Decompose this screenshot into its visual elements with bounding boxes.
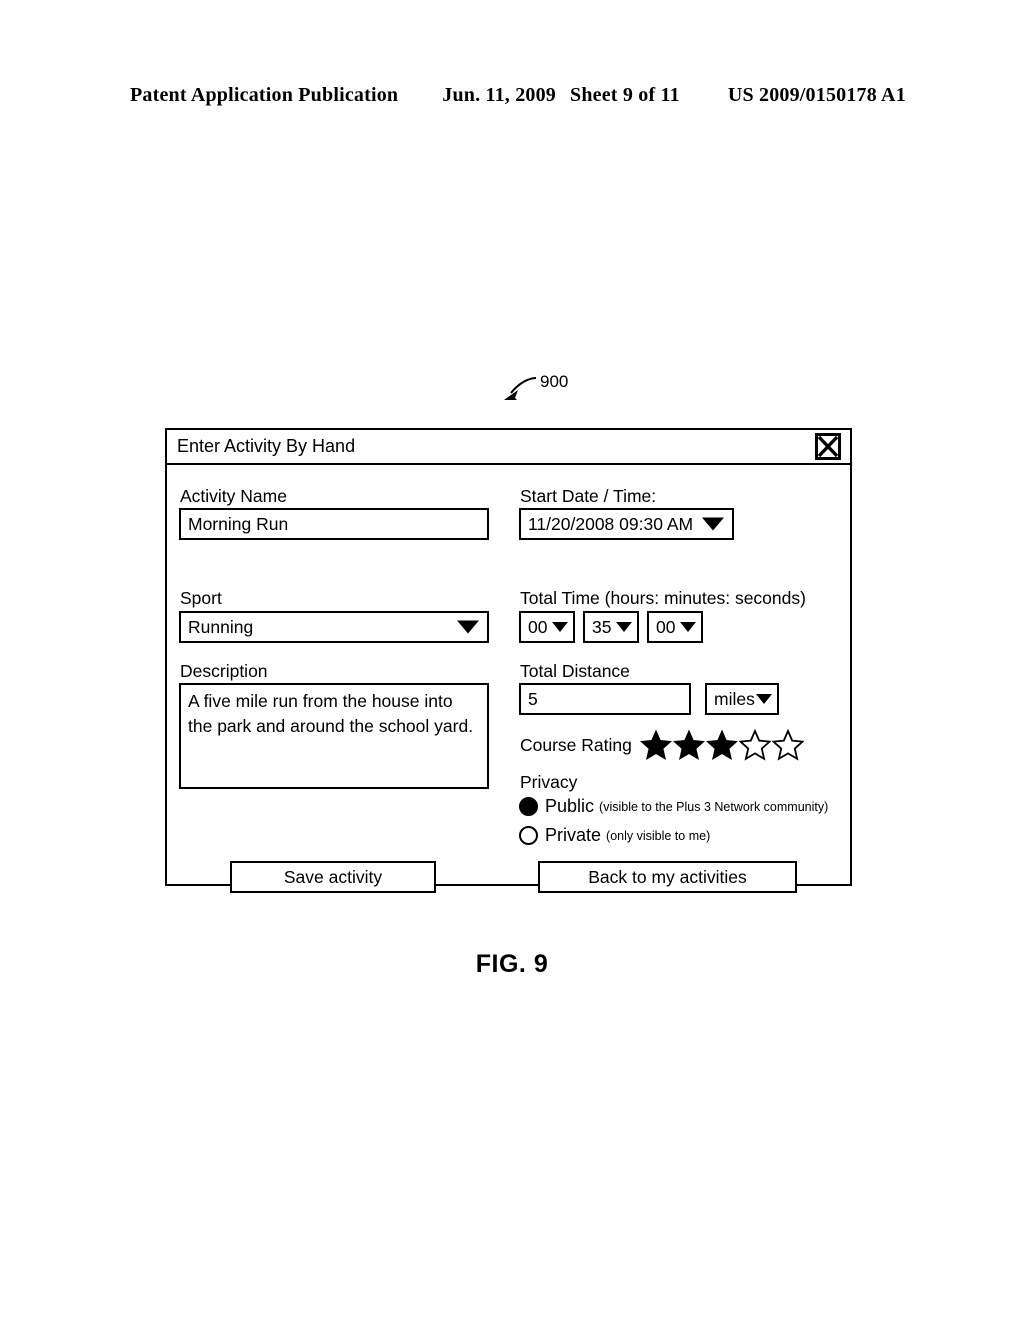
dialog-title: Enter Activity By Hand — [177, 436, 356, 456]
star-empty-icon[interactable] — [738, 728, 772, 761]
back-to-activities-label: Back to my activities — [588, 866, 747, 887]
total-distance-value: 5 — [528, 688, 538, 709]
privacy-label: Privacy — [520, 772, 578, 792]
activity-name-value: Morning Run — [188, 513, 289, 534]
activity-name-label: Activity Name — [180, 486, 287, 506]
total-time-seconds-value: 00 — [656, 616, 676, 637]
privacy-public-name: Public — [545, 796, 595, 816]
sport-value: Running — [188, 616, 254, 637]
start-date-time-label: Start Date / Time: — [520, 486, 657, 506]
privacy-private-note: (only visible to me) — [606, 828, 711, 843]
dialog-titlebar: Enter Activity By Hand — [167, 430, 850, 465]
total-distance-input[interactable]: 5 — [519, 683, 691, 715]
chevron-down-icon[interactable] — [552, 622, 568, 632]
star-filled-icon[interactable] — [672, 729, 705, 761]
chevron-down-icon[interactable] — [616, 622, 632, 632]
privacy-option-public[interactable]: Public (visible to the Plus 3 Network co… — [519, 796, 828, 817]
total-time-hours-select[interactable]: 00 — [519, 611, 575, 643]
star-rating-stars[interactable] — [639, 728, 805, 761]
description-textarea[interactable]: A five mile run from the house into the … — [179, 683, 489, 789]
enter-activity-dialog: Enter Activity By Hand Activity Name Mor… — [165, 428, 852, 893]
publication-label: Patent Application Publication — [130, 84, 399, 106]
course-rating-label: Course Rating — [520, 734, 632, 755]
back-to-activities-button[interactable]: Back to my activities — [538, 861, 797, 893]
total-time-hours-value: 00 — [528, 616, 548, 637]
save-activity-button[interactable]: Save activity — [230, 861, 436, 893]
start-date-time-value: 11/20/2008 09:30 AM — [528, 513, 694, 534]
chevron-down-icon[interactable] — [702, 517, 724, 531]
privacy-option-private[interactable]: Private (only visible to me) — [519, 825, 710, 846]
privacy-public-note: (visible to the Plus 3 Network community… — [599, 799, 829, 814]
total-time-label: Total Time (hours: minutes: seconds) — [520, 588, 806, 608]
radio-public-icon[interactable] — [519, 797, 538, 816]
privacy-private-name: Private — [545, 825, 602, 845]
activity-name-input[interactable]: Morning Run — [179, 508, 489, 540]
description-label: Description — [180, 661, 268, 681]
figure-caption: FIG. 9 — [475, 950, 549, 978]
distance-unit-value: miles — [714, 688, 755, 709]
close-icon[interactable] — [815, 433, 841, 460]
patent-number: US 2009/0150178 A1 — [727, 84, 906, 106]
total-distance-label: Total Distance — [520, 661, 630, 681]
total-time-minutes-select[interactable]: 35 — [583, 611, 639, 643]
chevron-down-icon[interactable] — [457, 620, 479, 634]
sport-select[interactable]: Running — [179, 611, 489, 643]
reference-numeral-label: 900 — [540, 372, 569, 391]
patent-page-header: Patent Application Publication Jun. 11, … — [130, 84, 906, 107]
chevron-down-icon[interactable] — [680, 622, 696, 632]
star-filled-icon[interactable] — [639, 729, 672, 761]
sport-label: Sport — [180, 588, 222, 608]
save-activity-label: Save activity — [283, 866, 383, 887]
total-time-minutes-value: 35 — [592, 616, 612, 637]
start-date-time-select[interactable]: 11/20/2008 09:30 AM — [519, 508, 734, 540]
star-empty-icon[interactable] — [771, 728, 805, 761]
sheet-number: Sheet 9 of 11 — [570, 84, 680, 106]
course-rating[interactable]: Course Rating — [520, 728, 805, 761]
star-filled-icon[interactable] — [705, 729, 738, 761]
reference-numeral-callout: 900 — [498, 372, 618, 412]
chevron-down-icon[interactable] — [756, 694, 772, 704]
radio-private-icon[interactable] — [519, 826, 538, 845]
total-time-seconds-select[interactable]: 00 — [647, 611, 703, 643]
description-value: A five mile run from the house into the … — [188, 691, 474, 736]
publication-date: Jun. 11, 2009 — [442, 84, 556, 106]
dialog-body: Activity Name Morning Run Sport Running … — [167, 465, 850, 893]
distance-unit-select[interactable]: miles — [705, 683, 779, 715]
